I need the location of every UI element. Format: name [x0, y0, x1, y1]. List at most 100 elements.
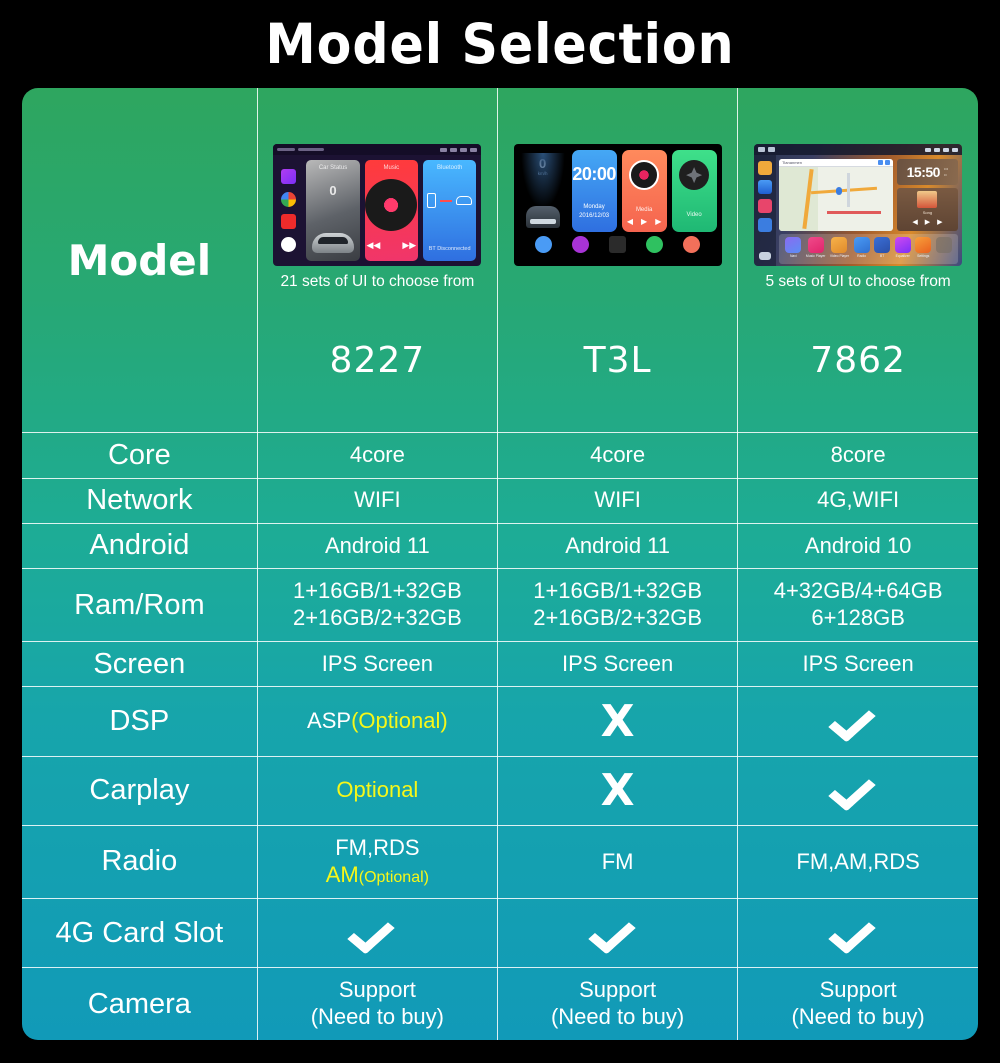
media-title: Media — [635, 207, 653, 214]
cell-4g-8227 — [257, 898, 498, 969]
car-graphic — [525, 206, 560, 229]
cell-core-8227: 4core — [257, 432, 498, 479]
check-mark-icon — [595, 908, 641, 954]
model-name-8227: 8227 — [329, 340, 426, 382]
ui-caption-7862: 5 sets of UI to choose from — [765, 273, 951, 291]
music-player-icon — [807, 237, 824, 254]
music-title: Music — [383, 165, 400, 172]
dsp-value: ASP — [307, 708, 352, 734]
map-title: Tiananmen — [782, 160, 802, 166]
spec-comparison-card: Model Car Status 0 Music ◀◀ ▶▶ Bluetooth… — [22, 88, 978, 1040]
bluetooth-status: BT Disconnected — [428, 246, 471, 253]
car-status-card: Car Status 0 — [306, 160, 360, 262]
column-header-7862: Tiananmen 15:50 ••• •• Song ◀ ▶ ▶ Navi M… — [737, 88, 978, 434]
placeholder-icon — [935, 237, 952, 254]
speed-gauge: 0 km/h — [519, 150, 567, 232]
title-bar: Model Selection — [0, 0, 1000, 88]
cell-radio-7862: FM,AM,RDS — [737, 825, 978, 899]
cell-android-t3l: Android 11 — [497, 523, 739, 570]
cell-ram-rom-8227: 1+16GB/1+32GB 2+16GB/2+32GB — [257, 568, 498, 643]
dock-bar — [519, 232, 717, 256]
media-card: Song ◀ ▶ ▶ — [896, 188, 959, 232]
column-header-8227: Car Status 0 Music ◀◀ ▶▶ Bluetooth BT Di… — [257, 88, 498, 434]
cell-carplay-8227: Optional — [257, 756, 498, 827]
row-label-core: Core — [22, 432, 258, 479]
model-selection-page: Model Selection Model Car Status 0 Music… — [0, 0, 1000, 1063]
table-header-row: Model Car Status 0 Music ◀◀ ▶▶ Bluetooth… — [22, 88, 978, 434]
media-controls: ◀ ▶ ▶ — [912, 219, 943, 227]
music-card: Music ◀◀ ▶▶ — [364, 160, 419, 262]
car-graphic — [312, 233, 355, 254]
map-card: Tiananmen — [779, 159, 893, 232]
row-label-android: Android — [22, 523, 258, 570]
thumbnail-8227[interactable]: Car Status 0 Music ◀◀ ▶▶ Bluetooth BT Di… — [273, 144, 482, 267]
dock-item-music: Music Player — [806, 237, 825, 258]
row-label-carplay: Carplay — [22, 756, 258, 827]
table-row-carplay: Carplay Optional X — [22, 756, 978, 827]
row-label-screen: Screen — [22, 641, 258, 688]
navigation-icon — [785, 237, 802, 254]
dsp-optional: (Optional) — [351, 708, 448, 734]
table-row-camera: Camera Support (Need to buy) Support (Ne… — [22, 967, 978, 1040]
cell-core-t3l: 4core — [497, 432, 739, 479]
cell-dsp-7862 — [737, 686, 978, 757]
bluetooth-icon — [874, 237, 891, 254]
radio-icon — [683, 235, 701, 253]
video-card: Video — [671, 150, 717, 233]
car-icon — [456, 196, 473, 206]
cell-screen-7862: IPS Screen — [737, 641, 978, 688]
settings-icon — [280, 237, 296, 253]
cell-screen-8227: IPS Screen — [257, 641, 498, 688]
car-status-title: Car Status — [318, 165, 348, 172]
radio-icon — [853, 237, 870, 254]
cell-android-7862: Android 10 — [737, 523, 978, 570]
cell-ram-rom-7862: 4+32GB/4+64GB 6+128GB — [737, 568, 978, 643]
radio-line1: FM,RDS — [335, 835, 420, 861]
clock-date: 2016/12/03 — [579, 213, 610, 220]
clock-value: 20:00 — [572, 164, 616, 185]
phone-icon — [427, 193, 437, 209]
cell-carplay-7862 — [737, 756, 978, 827]
cell-ram-rom-t3l: 1+16GB/1+32GB 2+16GB/2+32GB — [497, 568, 739, 643]
phone-icon — [646, 235, 664, 253]
music-icon — [758, 199, 773, 214]
check-mark-icon — [835, 908, 881, 954]
dock-item-radio: Radio — [853, 237, 870, 258]
equalizer-icon — [894, 237, 911, 254]
thumbnail-7862[interactable]: Tiananmen 15:50 ••• •• Song ◀ ▶ ▶ Navi M… — [754, 144, 963, 267]
radio-optional: (Optional) — [358, 868, 429, 886]
dock-item-settings: Settings — [915, 237, 932, 258]
page-title: Model Selection — [265, 12, 735, 76]
dock-item-bt: BT — [874, 237, 891, 258]
cell-dsp-8227: ASP(Optional) — [257, 686, 498, 757]
dock-item-video: Video Player — [830, 237, 849, 258]
table-row-ram-rom: Ram/Rom 1+16GB/1+32GB 2+16GB/2+32GB 1+16… — [22, 568, 978, 643]
thumbnail-t3l[interactable]: 0 km/h 20:00 Monday 2016/12/03 — [513, 144, 722, 267]
cell-radio-t3l: FM — [497, 825, 739, 899]
app-rail — [275, 160, 301, 261]
video-title: Video — [686, 212, 702, 219]
model-name-t3l: T3L — [583, 340, 652, 382]
check-mark-icon — [354, 908, 400, 954]
settings-icon — [758, 218, 773, 233]
navigation-icon — [534, 235, 552, 253]
apps-grid-icon — [609, 235, 627, 253]
bluetooth-title: Bluetooth — [437, 165, 463, 172]
row-label-radio: Radio — [22, 825, 258, 899]
dock-item-equalizer: Equalizer — [894, 237, 911, 258]
cell-camera-t3l: Support (Need to buy) — [497, 967, 739, 1040]
table-row-dsp: DSP ASP(Optional) X — [22, 686, 978, 757]
x-mark-icon: X — [600, 764, 635, 816]
column-header-t3l: 0 km/h 20:00 Monday 2016/12/03 — [497, 88, 739, 434]
media-card: Media ◀ ▶ ▶ — [621, 150, 667, 233]
table-row-screen: Screen IPS Screen IPS Screen IPS Screen — [22, 641, 978, 688]
media-controls: ◀ ▶ ▶ — [626, 217, 662, 227]
music-controls: ◀◀ ▶▶ — [366, 240, 417, 251]
car-status-value: 0 — [329, 183, 337, 199]
cell-dsp-t3l: X — [497, 686, 739, 757]
spec-table: Model Car Status 0 Music ◀◀ ▶▶ Bluetooth… — [22, 88, 978, 1040]
weather-icon — [758, 180, 773, 195]
cell-network-7862: 4G,WIFI — [737, 478, 978, 524]
media-disc-icon — [629, 160, 660, 191]
table-row-4g-card-slot: 4G Card Slot — [22, 898, 978, 969]
